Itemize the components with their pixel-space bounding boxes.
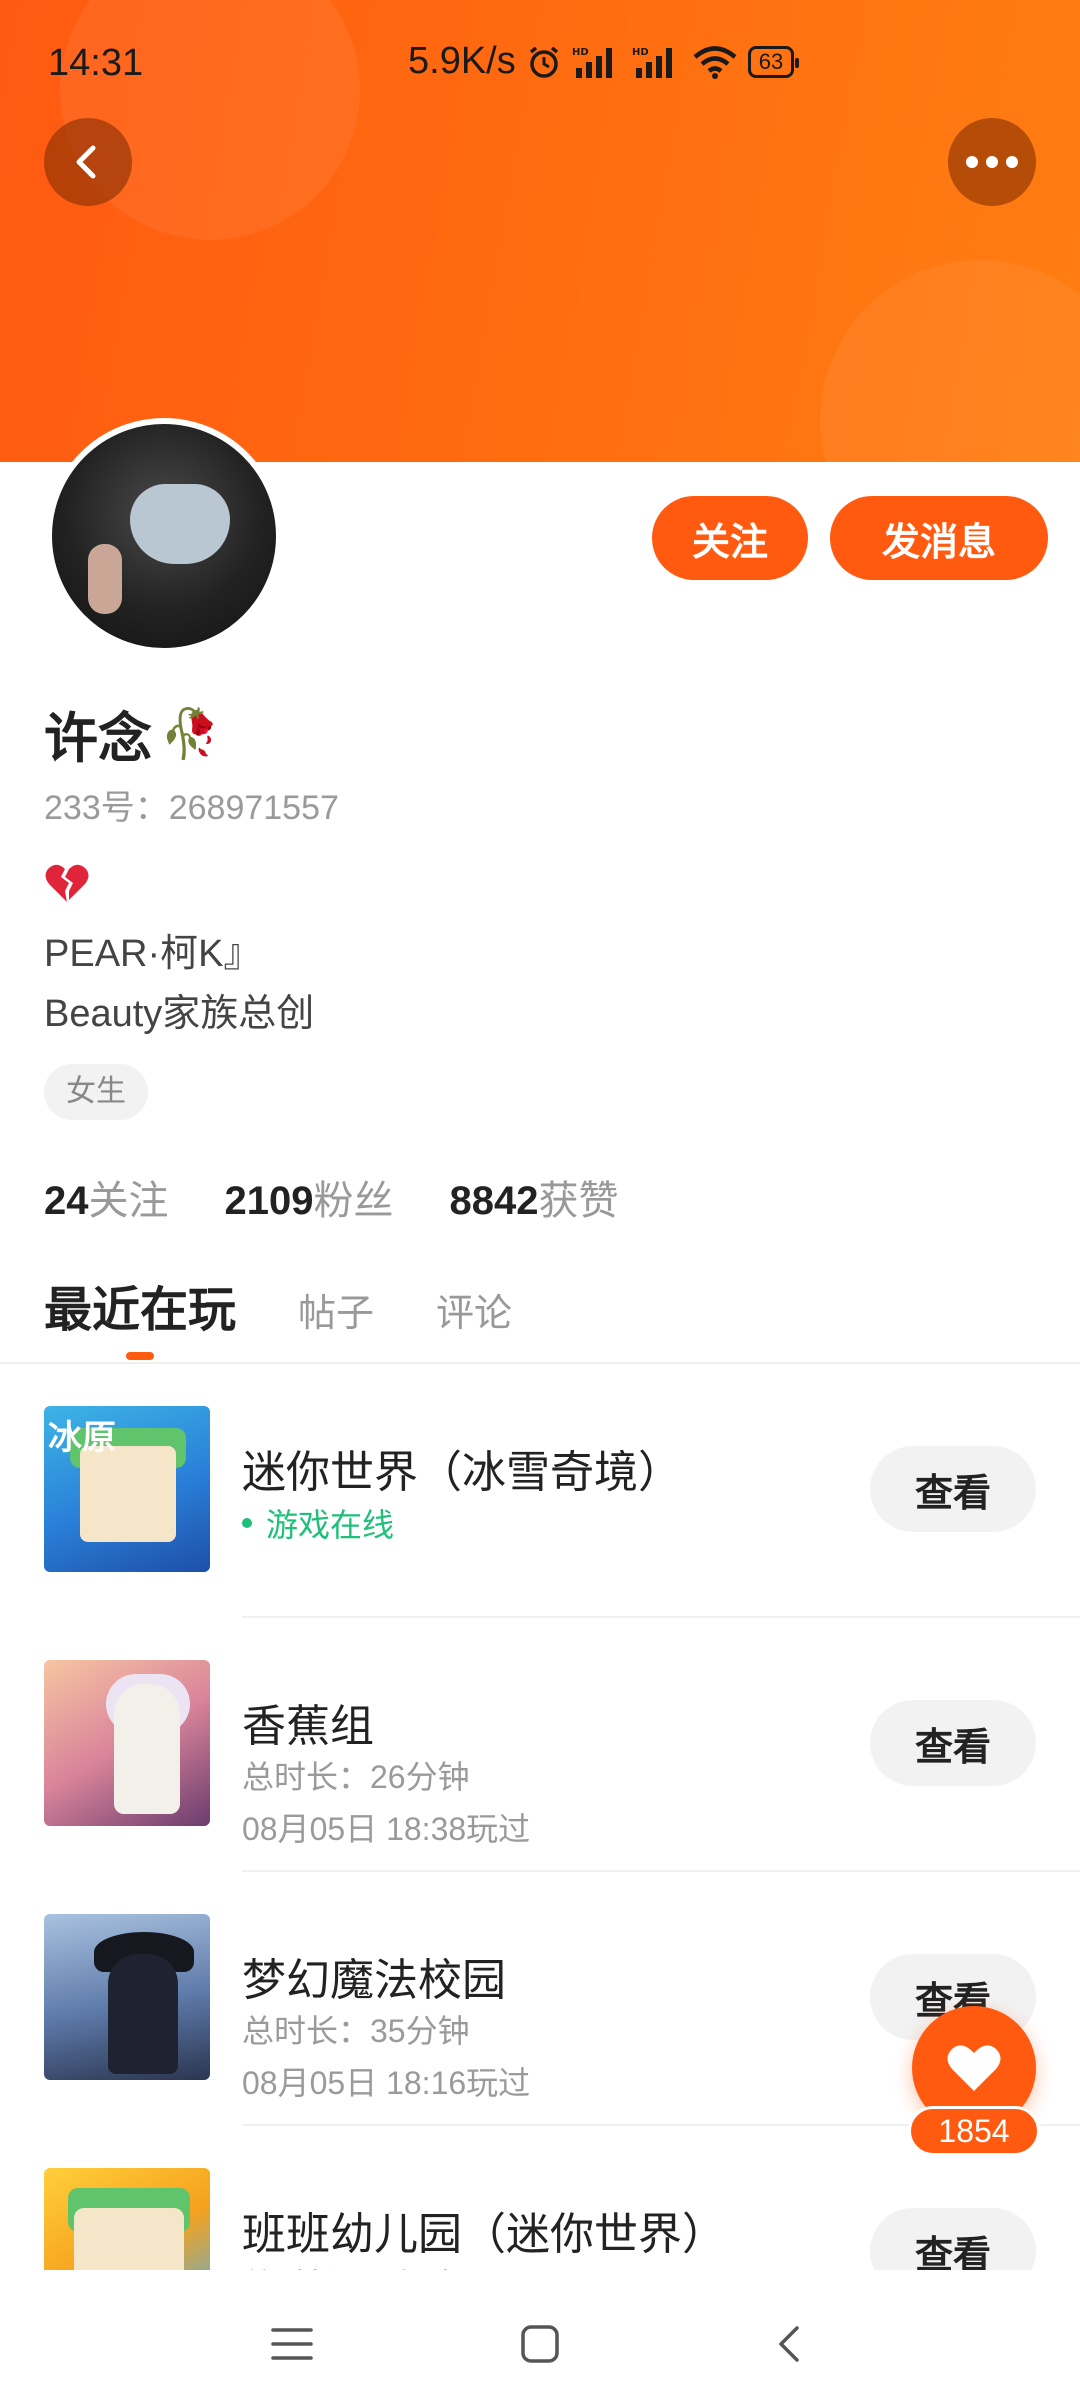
back-button[interactable] (44, 118, 132, 206)
game-thumbnail: 冰原 (44, 1406, 210, 1572)
wifi-icon (693, 45, 737, 79)
back-triangle-icon (779, 2326, 799, 2362)
fans-count: 2109 (224, 1179, 314, 1223)
list-item[interactable]: 香蕉组 总时长：26分钟 08月05日 18:38玩过 查看 (0, 1618, 1080, 1872)
menu-icon (271, 2328, 313, 2360)
gender-tag: 女生 (44, 1064, 148, 1120)
game-thumbnail (44, 1660, 210, 1826)
broken-heart-emoji (44, 862, 90, 909)
follow-button[interactable]: 关注 (652, 496, 808, 580)
thumbnail-art (114, 1684, 180, 1814)
game-thumbnail (44, 1914, 210, 2080)
fans-label: 粉丝 (313, 1179, 394, 1223)
avatar[interactable] (46, 418, 282, 654)
hd-signal-icon: HD (632, 47, 672, 78)
avatar-photo-detail (88, 544, 122, 614)
view-button[interactable]: 查看 (870, 1700, 1036, 1786)
nav-menu-button[interactable] (262, 2314, 322, 2374)
send-message-button[interactable]: 发消息 (830, 496, 1048, 580)
more-button[interactable] (948, 118, 1036, 206)
likes-label: 获赞 (538, 1179, 619, 1223)
fans-stat[interactable]: 2109粉丝 (225, 1168, 394, 1226)
user-id: 233号：268971557 (44, 789, 339, 827)
banner-decoration (820, 260, 1080, 462)
like-count-badge: 1854 (908, 2106, 1040, 2156)
svg-text:HD: HD (572, 47, 589, 58)
profile-name: 许念 (44, 709, 152, 769)
more-horizontal-icon (966, 156, 1018, 168)
home-square-icon (521, 2325, 559, 2363)
recent-games-list: 冰原 迷你世界（冰雪奇境） 游戏在线 查看 香蕉组 总时长：26分钟 08月05… (0, 1364, 1080, 2380)
game-title: 香蕉组 (242, 1702, 374, 1751)
system-nav-bar (0, 2270, 1080, 2400)
likes-stat[interactable]: 8842获赞 (449, 1168, 618, 1226)
bio-line: Beauty家族总创 (44, 993, 315, 1035)
tab-comments[interactable]: 评论 (436, 1282, 512, 1337)
game-title: 班班幼儿园（迷你世界） (242, 2210, 726, 2259)
play-duration: 总时长：26分钟 (242, 1759, 470, 1795)
play-duration: 总时长：35分钟 (242, 2013, 470, 2049)
status-bar: 14:31 5.9K/s HD HD 63 (0, 0, 1080, 120)
chevron-left-icon (76, 145, 96, 179)
profile-name-row: 许念 🥀 (44, 694, 220, 773)
following-count: 24 (44, 1179, 89, 1223)
online-dot-icon (242, 1518, 252, 1528)
profile-stats: 24关注 2109粉丝 8842获赞 (44, 1168, 618, 1226)
thumbnail-art (80, 1446, 176, 1542)
following-stat[interactable]: 24关注 (44, 1168, 169, 1226)
last-played: 08月05日 18:38玩过 (242, 1811, 531, 1847)
following-label: 关注 (88, 1179, 169, 1223)
hd-signal-icon: HD (572, 47, 612, 78)
tab-recent-playing[interactable]: 最近在玩 (44, 1270, 236, 1340)
bio-line: PEAR·柯K』 (44, 933, 262, 975)
network-speed: 5.9K/s (408, 40, 516, 82)
tab-posts[interactable]: 帖子 (298, 1282, 374, 1337)
svg-text:HD: HD (632, 47, 649, 58)
status-icons: 5.9K/s HD HD 63 (408, 40, 800, 83)
last-played: 08月05日 18:16玩过 (242, 2065, 531, 2101)
profile-tabs: 最近在玩 帖子 评论 (44, 1270, 574, 1340)
list-item[interactable]: 冰原 迷你世界（冰雪奇境） 游戏在线 查看 (0, 1364, 1080, 1618)
online-status: 游戏在线 (242, 1500, 394, 1546)
battery-icon: 63 (747, 45, 800, 78)
thumbnail-art (108, 1954, 178, 2074)
game-title: 梦幻魔法校园 (242, 1956, 506, 2005)
thumbnail-label: 冰原 (48, 1419, 116, 1457)
avatar-photo-detail (130, 484, 230, 564)
heart-icon (947, 2045, 1001, 2091)
wilted-rose-emoji: 🥀 (160, 708, 220, 761)
active-tab-indicator (126, 1352, 154, 1360)
online-status-label: 游戏在线 (266, 1507, 395, 1543)
alarm-icon (529, 46, 558, 78)
status-time: 14:31 (48, 42, 144, 84)
likes-count: 8842 (449, 1179, 539, 1223)
view-button[interactable]: 查看 (870, 1446, 1036, 1532)
game-title: 迷你世界（冰雪奇境） (242, 1448, 682, 1497)
nav-back-button[interactable] (758, 2314, 818, 2374)
nav-home-button[interactable] (510, 2314, 570, 2374)
